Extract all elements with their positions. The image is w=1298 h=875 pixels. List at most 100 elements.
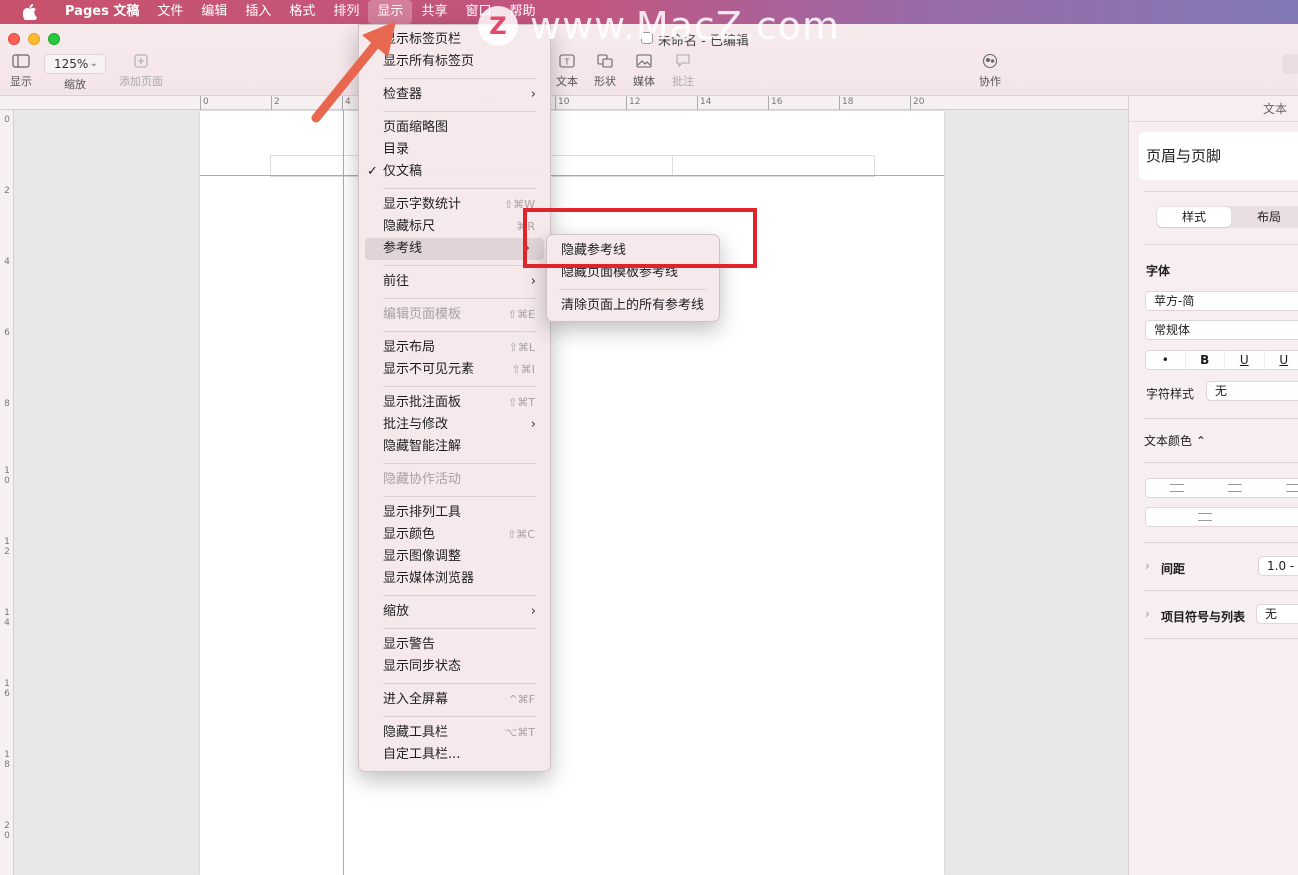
- view-menu-item[interactable]: ✓ 仅文稿: [359, 161, 550, 183]
- view-menu-item[interactable]: 显示排列工具: [359, 502, 550, 524]
- view-menu-item[interactable]: 显示批注面板 ⇧⌘T: [359, 392, 550, 414]
- view-menu-item[interactable]: 缩放 ›: [359, 601, 550, 623]
- indent-icon[interactable]: [1198, 513, 1212, 521]
- shape-button[interactable]: 形状: [594, 52, 616, 89]
- ruler-tick: 1 2: [4, 537, 10, 557]
- bullets-label[interactable]: 项目符号与列表: [1161, 608, 1245, 625]
- menu-file[interactable]: 文件: [148, 0, 192, 24]
- chevron-right-icon: ›: [530, 604, 536, 619]
- view-menu-item: 编辑页面模板 ⇧⌘E: [359, 304, 550, 326]
- clear-all-guides-item[interactable]: 清除页面上的所有参考线: [547, 295, 719, 317]
- alignment-buttons[interactable]: [1145, 478, 1298, 498]
- apple-icon[interactable]: [22, 4, 38, 20]
- align-right-icon[interactable]: [1286, 484, 1298, 492]
- bold-button[interactable]: B: [1186, 351, 1225, 369]
- view-button[interactable]: 显示: [10, 52, 32, 89]
- bullet-button[interactable]: •: [1146, 351, 1186, 369]
- view-menu-item-label: 缩放: [383, 604, 410, 619]
- watermark-text: www.MacZ.com: [530, 4, 841, 48]
- view-button-label: 显示: [10, 75, 32, 88]
- menu-app-name[interactable]: Pages 文稿: [56, 0, 148, 24]
- header-divider: [672, 155, 673, 177]
- overflow-button[interactable]: [1282, 54, 1298, 74]
- view-menu-item[interactable]: 隐藏工具栏 ⌥⌘T: [359, 722, 550, 744]
- minimize-window-button[interactable]: [28, 33, 40, 45]
- horizontal-guide[interactable]: [200, 175, 944, 176]
- ruler-tick: 10: [555, 96, 569, 110]
- ruler-tick: 14: [697, 96, 711, 110]
- chevron-right-icon[interactable]: ›: [1145, 559, 1150, 573]
- view-menu-item[interactable]: 隐藏智能注解: [359, 436, 550, 458]
- view-menu-item[interactable]: 自定工具栏...: [359, 744, 550, 766]
- view-menu-item[interactable]: 显示图像调整: [359, 546, 550, 568]
- bullets-select[interactable]: 无: [1256, 604, 1298, 624]
- view-menu-item[interactable]: 显示警告: [359, 634, 550, 656]
- view-menu-item[interactable]: 目录: [359, 139, 550, 161]
- chevron-right-icon[interactable]: ›: [1145, 607, 1150, 621]
- ruler-tick: 8: [4, 399, 10, 409]
- view-menu-item[interactable]: 显示媒体浏览器: [359, 568, 550, 590]
- zoom-value: 125%: [54, 57, 89, 71]
- close-window-button[interactable]: [8, 33, 20, 45]
- menu-separator: [383, 386, 536, 387]
- menu-insert[interactable]: 插入: [236, 0, 280, 24]
- media-button[interactable]: 媒体: [633, 52, 655, 89]
- media-button-label: 媒体: [633, 75, 655, 88]
- view-menu-item-shortcut: ⇧⌘I: [511, 363, 535, 376]
- zoom-select[interactable]: 125% ⌄: [44, 54, 106, 74]
- view-menu-item-label: 显示字数统计: [383, 197, 462, 212]
- vertical-guide[interactable]: [343, 110, 344, 875]
- comment-icon: [672, 52, 694, 70]
- view-menu-item[interactable]: 显示布局 ⇧⌘L: [359, 337, 550, 359]
- paragraph-style-selector[interactable]: 页眉与页脚: [1139, 132, 1298, 180]
- view-menu-item[interactable]: 显示不可见元素 ⇧⌘I: [359, 359, 550, 381]
- zoom-window-button[interactable]: [48, 33, 60, 45]
- view-menu-item[interactable]: 前往 ›: [359, 271, 550, 293]
- align-center-icon[interactable]: [1228, 484, 1242, 492]
- char-style-select[interactable]: 无: [1206, 381, 1298, 401]
- menu-separator: [559, 289, 707, 290]
- view-menu-item-shortcut: ⇧⌘C: [507, 528, 535, 541]
- view-menu-item[interactable]: 参考线 ›: [365, 238, 544, 260]
- font-weight-select[interactable]: 常规体: [1145, 320, 1298, 340]
- view-menu-item-shortcut: ⌥⌘T: [504, 726, 535, 739]
- view-menu-item[interactable]: 显示颜色 ⇧⌘C: [359, 524, 550, 546]
- strikethrough-button[interactable]: U: [1265, 351, 1298, 369]
- zoom-label-wrap: 缩放: [64, 76, 86, 92]
- font-family-select[interactable]: 苹方-简: [1145, 291, 1298, 311]
- segment-style[interactable]: 样式: [1157, 207, 1231, 227]
- view-menu-item-label: 显示不可见元素: [383, 362, 475, 377]
- menu-share[interactable]: 共享: [412, 0, 456, 24]
- comment-button[interactable]: 批注: [672, 52, 694, 89]
- underline-button[interactable]: U: [1225, 351, 1265, 369]
- segment-layout[interactable]: 布局: [1232, 206, 1298, 228]
- view-menu-item-label: 显示图像调整: [383, 549, 462, 564]
- view-menu-item[interactable]: 显示字数统计 ⇧⌘W: [359, 194, 550, 216]
- view-menu-item-label: 显示警告: [383, 637, 436, 652]
- ruler-tick: 18: [839, 96, 853, 110]
- menu-separator: [383, 463, 536, 464]
- collaborate-button[interactable]: 协作: [979, 52, 1001, 89]
- align-left-icon[interactable]: [1170, 484, 1184, 492]
- svg-text:T: T: [564, 58, 570, 67]
- sidebar-icon: [10, 52, 32, 70]
- vertical-ruler[interactable]: 0 2 4 6 8 1 0 1 2 1 4 1 6 1 8 2 0: [0, 110, 14, 875]
- view-menu-item[interactable]: 隐藏标尺 ⌘R: [359, 216, 550, 238]
- inspector-tab-text[interactable]: 文本: [1129, 96, 1298, 122]
- view-menu-item[interactable]: 进入全屏幕 ^⌘F: [359, 689, 550, 711]
- view-menu-item: 隐藏协作活动: [359, 469, 550, 491]
- shape-button-label: 形状: [594, 75, 616, 88]
- menu-edit[interactable]: 编辑: [192, 0, 236, 24]
- view-menu-item-shortcut: ⇧⌘E: [507, 308, 535, 321]
- text-button[interactable]: T 文本: [556, 52, 578, 89]
- text-color-label[interactable]: 文本颜色 ⌃: [1144, 432, 1206, 449]
- add-page-button[interactable]: 添加页面: [119, 52, 163, 89]
- checkmark-icon: ✓: [367, 164, 378, 179]
- view-menu-item-label: 仅文稿: [383, 164, 423, 179]
- view-menu-item[interactable]: 显示同步状态: [359, 656, 550, 678]
- view-menu-item[interactable]: 批注与修改 ›: [359, 414, 550, 436]
- spacing-select[interactable]: 1.0 - -: [1258, 556, 1298, 576]
- format-inspector: 文本 页眉与页脚 样式 布局 字体 苹方-简 常规体 • B U U 字符样式 …: [1128, 96, 1298, 875]
- indent-buttons[interactable]: [1145, 507, 1298, 527]
- spacing-label[interactable]: 间距: [1161, 560, 1185, 577]
